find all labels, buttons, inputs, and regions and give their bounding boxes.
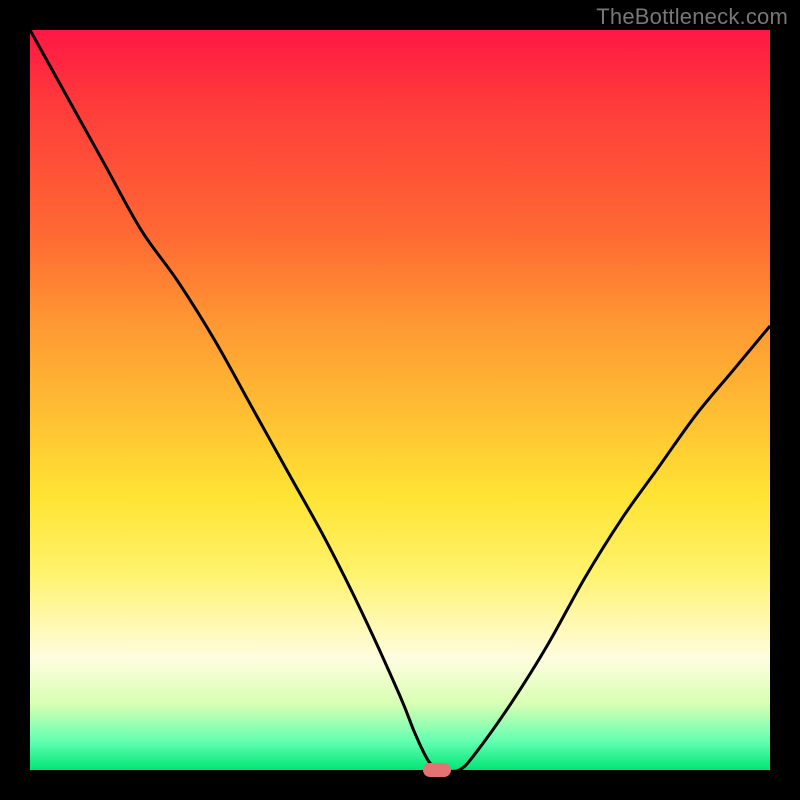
optimal-point-marker — [423, 763, 451, 777]
plot-area — [30, 30, 770, 770]
source-link[interactable]: TheBottleneck.com — [596, 4, 788, 30]
bottleneck-curve — [30, 30, 770, 770]
chart-viewport: TheBottleneck.com — [0, 0, 800, 800]
